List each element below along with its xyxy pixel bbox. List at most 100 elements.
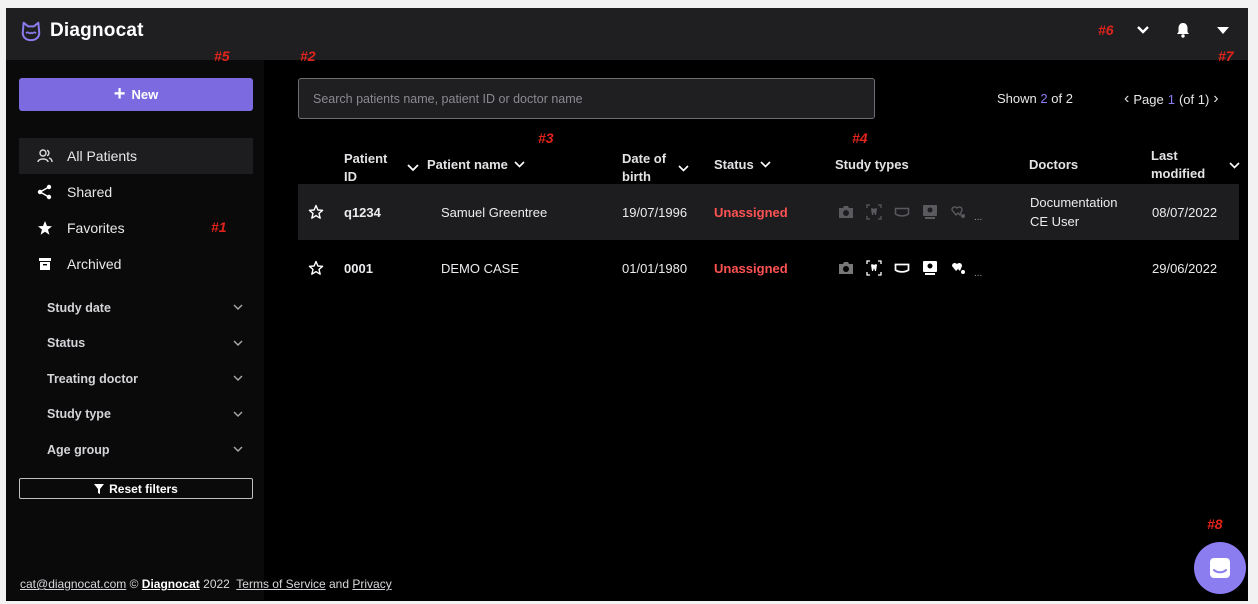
table-header: Patient ID Patient name Date of birth Stat… [298,140,1240,186]
total-count: of 2 [1051,91,1073,106]
3d-model-icon[interactable] [950,260,966,276]
panoramic-icon[interactable] [894,260,910,276]
chevron-down-icon [233,340,243,346]
footer: cat@diagnocat.com © Diagnocat 2022 Terms… [20,577,392,591]
filter-label: Age group [47,442,110,457]
patient-name: DEMO CASE [441,260,520,276]
privacy-link[interactable]: Privacy [352,577,391,591]
table-row[interactable]: 0001 DEMO CASE 01/01/1980 Unassigned ...… [298,240,1239,296]
sidebar-item-label: Favorites [67,220,125,236]
sort-chevron-icon [678,164,689,172]
page-total: (of 1) [1178,91,1210,107]
cbct-icon[interactable] [922,204,938,220]
filter-label: Status [47,336,86,351]
results-count: Shown 2 of 2 [997,91,1073,106]
more-icon[interactable]: ... [974,268,982,279]
sidebar-item-all-patients[interactable]: All Patients [19,138,253,174]
filter-funnel-icon [94,483,105,494]
filter-age-group[interactable]: Age group [19,432,253,468]
chat-icon [1210,558,1230,578]
filter-study-type[interactable]: Study type [19,397,253,433]
column-header-patient-id[interactable]: Patient ID [344,150,419,186]
sort-chevron-icon [407,164,419,172]
header-text: Study types [835,157,909,172]
patient-name: Samuel Greentree [441,204,548,220]
chevron-down-icon [233,411,243,417]
date-of-birth: 19/07/1996 [622,204,688,220]
diagnocat-logo-icon [21,21,41,42]
cbct-icon[interactable] [922,260,938,276]
tooth-scan-icon[interactable] [866,260,882,276]
sidebar-item-label: All Patients [67,148,138,164]
header-text: Date of [622,151,667,166]
logo[interactable]: Diagnocat [20,20,144,42]
header-text: modified [1151,166,1206,181]
favorite-star-icon[interactable] [308,184,324,240]
sidebar-item-archived[interactable]: Archived [19,246,253,282]
camera-icon[interactable] [838,260,854,276]
notification-bell-icon[interactable] [1176,22,1190,38]
annotation-marker-7: #7 [1218,48,1234,64]
3d-model-icon[interactable] [950,204,966,220]
sort-chevron-icon [514,161,525,168]
current-page: 1 [1167,91,1175,107]
top-bar: Diagnocat [6,8,1248,60]
tooth-scan-icon[interactable] [866,204,882,220]
archive-icon [39,258,51,270]
sidebar: + New All Patients Shared Favorites Arch… [6,60,264,600]
account-menu-caret-icon[interactable] [1216,25,1230,35]
column-header-date-of-birth[interactable]: Date of birth [622,150,689,186]
patient-id: q1234 [344,204,381,220]
date-of-birth: 01/01/1980 [622,260,688,276]
patient-id: 0001 [344,260,373,276]
pagination: ‹ Page 1 (of 1) › [1124,91,1219,107]
filter-label: Study type [47,407,111,422]
chevron-down-icon[interactable] [1136,24,1150,36]
sidebar-item-shared[interactable]: Shared [19,174,253,210]
favorite-star-icon[interactable] [308,240,324,296]
support-chat-button[interactable] [1194,542,1246,594]
footer-and: and [329,577,350,591]
annotation-marker-1: #1 [211,219,227,235]
filter-treating-doctor[interactable]: Treating doctor [19,361,253,397]
column-header-patient-name[interactable]: Patient name [427,157,525,172]
doctor-name: Documentation CE User [1030,184,1117,240]
filter-study-date[interactable]: Study date [19,290,253,326]
more-icon[interactable]: ... [974,212,982,223]
patients-icon [37,149,53,163]
sidebar-item-label: Shared [67,184,113,200]
sort-chevron-icon [760,161,771,168]
brand-link[interactable]: Diagnocat [142,577,200,591]
previous-page-icon[interactable]: ‹ [1124,91,1129,107]
copyright-symbol: © [129,577,139,591]
status-badge: Unassigned [714,260,788,276]
reset-filters-label: Reset filters [109,481,178,496]
next-page-icon[interactable]: › [1213,91,1218,107]
filter-status[interactable]: Status [19,326,253,362]
column-header-doctors: Doctors [1029,157,1078,172]
search-input[interactable] [298,78,875,119]
column-header-status[interactable]: Status [714,157,771,172]
plus-icon: + [113,82,126,105]
star-icon [38,221,52,235]
filter-label: Treating doctor [47,371,138,386]
app-name: Diagnocat [50,20,144,41]
new-patient-button[interactable]: + New [19,78,253,111]
table-row[interactable]: q1234 Samuel Greentree 19/07/1996 Unassi… [298,184,1239,240]
panoramic-icon[interactable] [894,204,910,220]
status-badge: Unassigned [714,204,788,220]
annotation-marker-6: #6 [1098,22,1114,38]
reset-filters-button[interactable]: Reset filters [19,478,253,499]
doctor-name-line: Documentation [1030,195,1118,210]
contact-email-link[interactable]: cat@diagnocat.com [20,577,126,591]
annotation-marker-2: #2 [300,48,316,64]
sidebar-item-label: Archived [67,256,122,272]
terms-link[interactable]: Terms of Service [236,577,325,591]
camera-icon[interactable] [838,204,854,220]
annotation-marker-8: #8 [1207,516,1223,532]
share-icon [37,184,52,200]
filter-list: Study date Status Treating doctor Study … [19,290,253,468]
column-header-last-modified[interactable]: Last modified [1151,147,1240,183]
annotation-marker-5: #5 [214,48,230,64]
filter-label: Study date [47,300,111,315]
